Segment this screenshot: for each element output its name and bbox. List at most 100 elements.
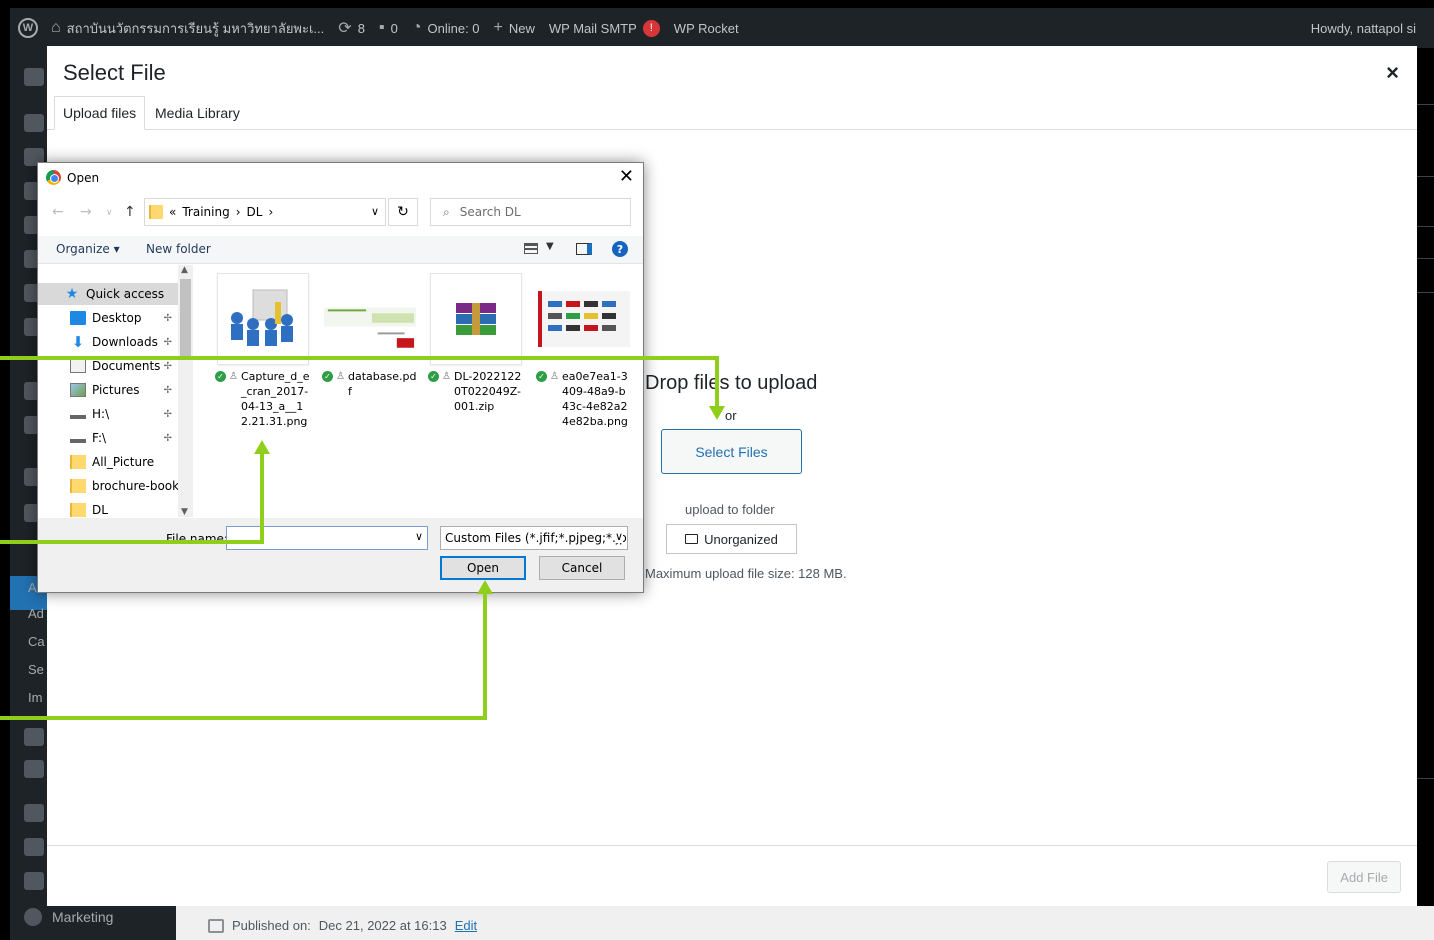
tab-media-library[interactable]: Media Library (147, 96, 248, 130)
dialog-toolbar: Organize ▾ New folder ▼ ? (38, 236, 643, 264)
folder-icon (70, 503, 86, 517)
scrollbar-thumb[interactable] (180, 279, 191, 357)
new-folder-button[interactable]: New folder (146, 242, 211, 256)
refresh-icon[interactable]: ↻ (388, 198, 418, 226)
nav-brochure[interactable]: brochure-bookle (38, 475, 178, 497)
wp-mail-smtp-link[interactable]: WP Mail SMTP ! (542, 8, 667, 48)
online-link[interactable]: ◔ Online: 0 (405, 8, 487, 48)
file-item[interactable]: ✓ ♙ database.pdf (322, 273, 418, 399)
howdy-user-link[interactable]: Howdy, nattapol si (1304, 8, 1434, 48)
folder-icon (149, 205, 163, 219)
file-type-select[interactable]: Custom Files (*.jfif;*.pjpeg;*.jpe ∨ (440, 526, 628, 550)
chevron-down-icon[interactable]: ∨ (371, 205, 379, 218)
profile-icon[interactable] (24, 760, 44, 778)
folder-select-button[interactable]: Unorganized (666, 524, 797, 554)
pin-icon: ✢ (163, 336, 172, 348)
sidebar-sub-item[interactable]: Ad (28, 606, 44, 621)
navigation-row: ← → ∨ ↑ « Training › DL › ∨ ↻ ⌕ Search D… (38, 198, 643, 228)
dialog-title-bar: Open (46, 170, 99, 185)
wordpress-logo-icon[interactable]: W (18, 18, 38, 38)
organize-menu[interactable]: Organize ▾ (56, 242, 120, 256)
documents-icon (70, 359, 86, 373)
back-arrow-icon[interactable]: ← (52, 204, 64, 220)
view-options-icon[interactable] (524, 243, 538, 254)
or-text: or (725, 408, 737, 423)
scroll-down-icon[interactable]: ▼ (181, 507, 188, 517)
nav-pictures[interactable]: Pictures ✢ (38, 379, 178, 401)
file-thumbnail (430, 273, 522, 365)
divider (1417, 176, 1434, 177)
up-arrow-icon[interactable]: ↑ (124, 204, 136, 220)
file-name: DL-20221220T022049Z-001.zip (453, 370, 522, 413)
sidebar-sub-item[interactable]: A (28, 580, 37, 595)
dialog-bottom-bar: File name: ∨ Custom Files (*.jfif;*.pjpe… (38, 518, 643, 592)
add-file-button[interactable]: Add File (1327, 861, 1401, 893)
cancel-button[interactable]: Cancel (539, 556, 625, 580)
breadcrumb-dl[interactable]: DL (247, 205, 263, 219)
tab-upload-files[interactable]: Upload files (54, 96, 146, 130)
divider (1417, 104, 1434, 105)
updates-link[interactable]: ⟳ 8 (331, 8, 372, 48)
nav-desktop[interactable]: Desktop ✢ (38, 307, 178, 329)
nav-drive-f[interactable]: F:\ ✢ (38, 427, 178, 449)
sidebar-sub-item[interactable]: Im (28, 690, 42, 705)
drop-files-text: Drop files to upload (645, 372, 818, 394)
file-name-input[interactable]: ∨ (226, 526, 428, 550)
modal-tabs: Upload files Media Library (47, 96, 1417, 130)
zip-archive-icon (456, 303, 496, 335)
address-bar[interactable]: « Training › DL › ∨ (144, 198, 386, 226)
dashboard-icon[interactable] (24, 68, 44, 86)
file-item[interactable]: ✓ ♙ Capture_d_e_cran_2017-04-13_a__12.21… (215, 273, 311, 429)
recent-dropdown-icon[interactable]: ∨ (106, 208, 113, 218)
chevron-down-icon[interactable]: ▼ (546, 241, 554, 252)
search-icon: ⌕ (443, 204, 450, 219)
products-icon[interactable] (24, 838, 44, 856)
help-icon[interactable]: ? (612, 241, 628, 257)
file-name: database.pdf (347, 370, 417, 398)
preview-pane-icon[interactable] (576, 243, 592, 255)
sync-check-icon: ✓ (536, 371, 548, 382)
file-item[interactable]: ✓ ♙ ea0e7ea1-3409-48a9-b43c-4e82a24e82ba… (536, 273, 632, 429)
sidebar-sub-item[interactable]: Ca (28, 634, 45, 649)
edit-publish-date-link[interactable]: Edit (455, 918, 477, 933)
drive-icon (70, 409, 86, 419)
admin-bar: W ⌂ สถาบันนวัตกรรมการเรียนรู้ มหาวิทยาลั… (10, 8, 1434, 48)
wp-rocket-link[interactable]: WP Rocket (667, 8, 746, 48)
folder-icon (70, 455, 86, 469)
modal-title: Select File (63, 60, 166, 85)
divider (1417, 292, 1434, 293)
pin-icon[interactable] (24, 114, 44, 132)
home-icon: ⌂ (51, 19, 61, 36)
mail-icon[interactable] (24, 728, 44, 746)
sidebar-item-marketing[interactable]: Marketing (24, 908, 113, 926)
close-icon[interactable]: × (1386, 60, 1399, 86)
comments-link[interactable]: ▪ 0 (372, 8, 405, 48)
dialog-close-button[interactable]: ✕ (619, 166, 634, 187)
annotation-arrow-up-icon (254, 440, 270, 454)
file-item[interactable]: ✓ ♙ DL-20221220T022049Z-001.zip (428, 273, 524, 414)
user-icon: ♙ (336, 371, 345, 382)
sidebar-sub-item[interactable]: Se (28, 662, 44, 677)
nav-drive-h[interactable]: H:\ ✢ (38, 403, 178, 425)
woocommerce-icon[interactable] (24, 804, 44, 822)
site-name-link[interactable]: ⌂ สถาบันนวัตกรรมการเรียนรู้ มหาวิทยาลัยพ… (44, 8, 331, 48)
search-input[interactable]: ⌕ Search DL (430, 198, 631, 226)
breadcrumb-training[interactable]: Training (182, 205, 229, 219)
select-files-button[interactable]: Select Files (661, 429, 802, 474)
new-content-link[interactable]: + New (487, 8, 542, 48)
sync-check-icon: ✓ (215, 371, 227, 382)
divider (1417, 778, 1434, 779)
nav-quick-access[interactable]: ★ Quick access (38, 283, 178, 305)
drive-icon (70, 433, 86, 443)
comment-icon: ▪ (378, 19, 385, 36)
nav-pane-scrollbar[interactable]: ▲ ▼ (178, 265, 193, 517)
star-icon: ★ (65, 286, 79, 302)
open-button[interactable]: Open (440, 556, 526, 580)
chevron-down-icon[interactable]: ∨ (415, 530, 423, 543)
analytics-icon[interactable] (24, 872, 44, 890)
nav-all-picture[interactable]: All_Picture (38, 451, 178, 473)
nav-dl[interactable]: DL (38, 499, 178, 517)
scroll-up-icon[interactable]: ▲ (181, 265, 188, 275)
forward-arrow-icon[interactable]: → (80, 204, 92, 220)
nav-downloads[interactable]: ⬇ Downloads ✢ (38, 331, 178, 353)
